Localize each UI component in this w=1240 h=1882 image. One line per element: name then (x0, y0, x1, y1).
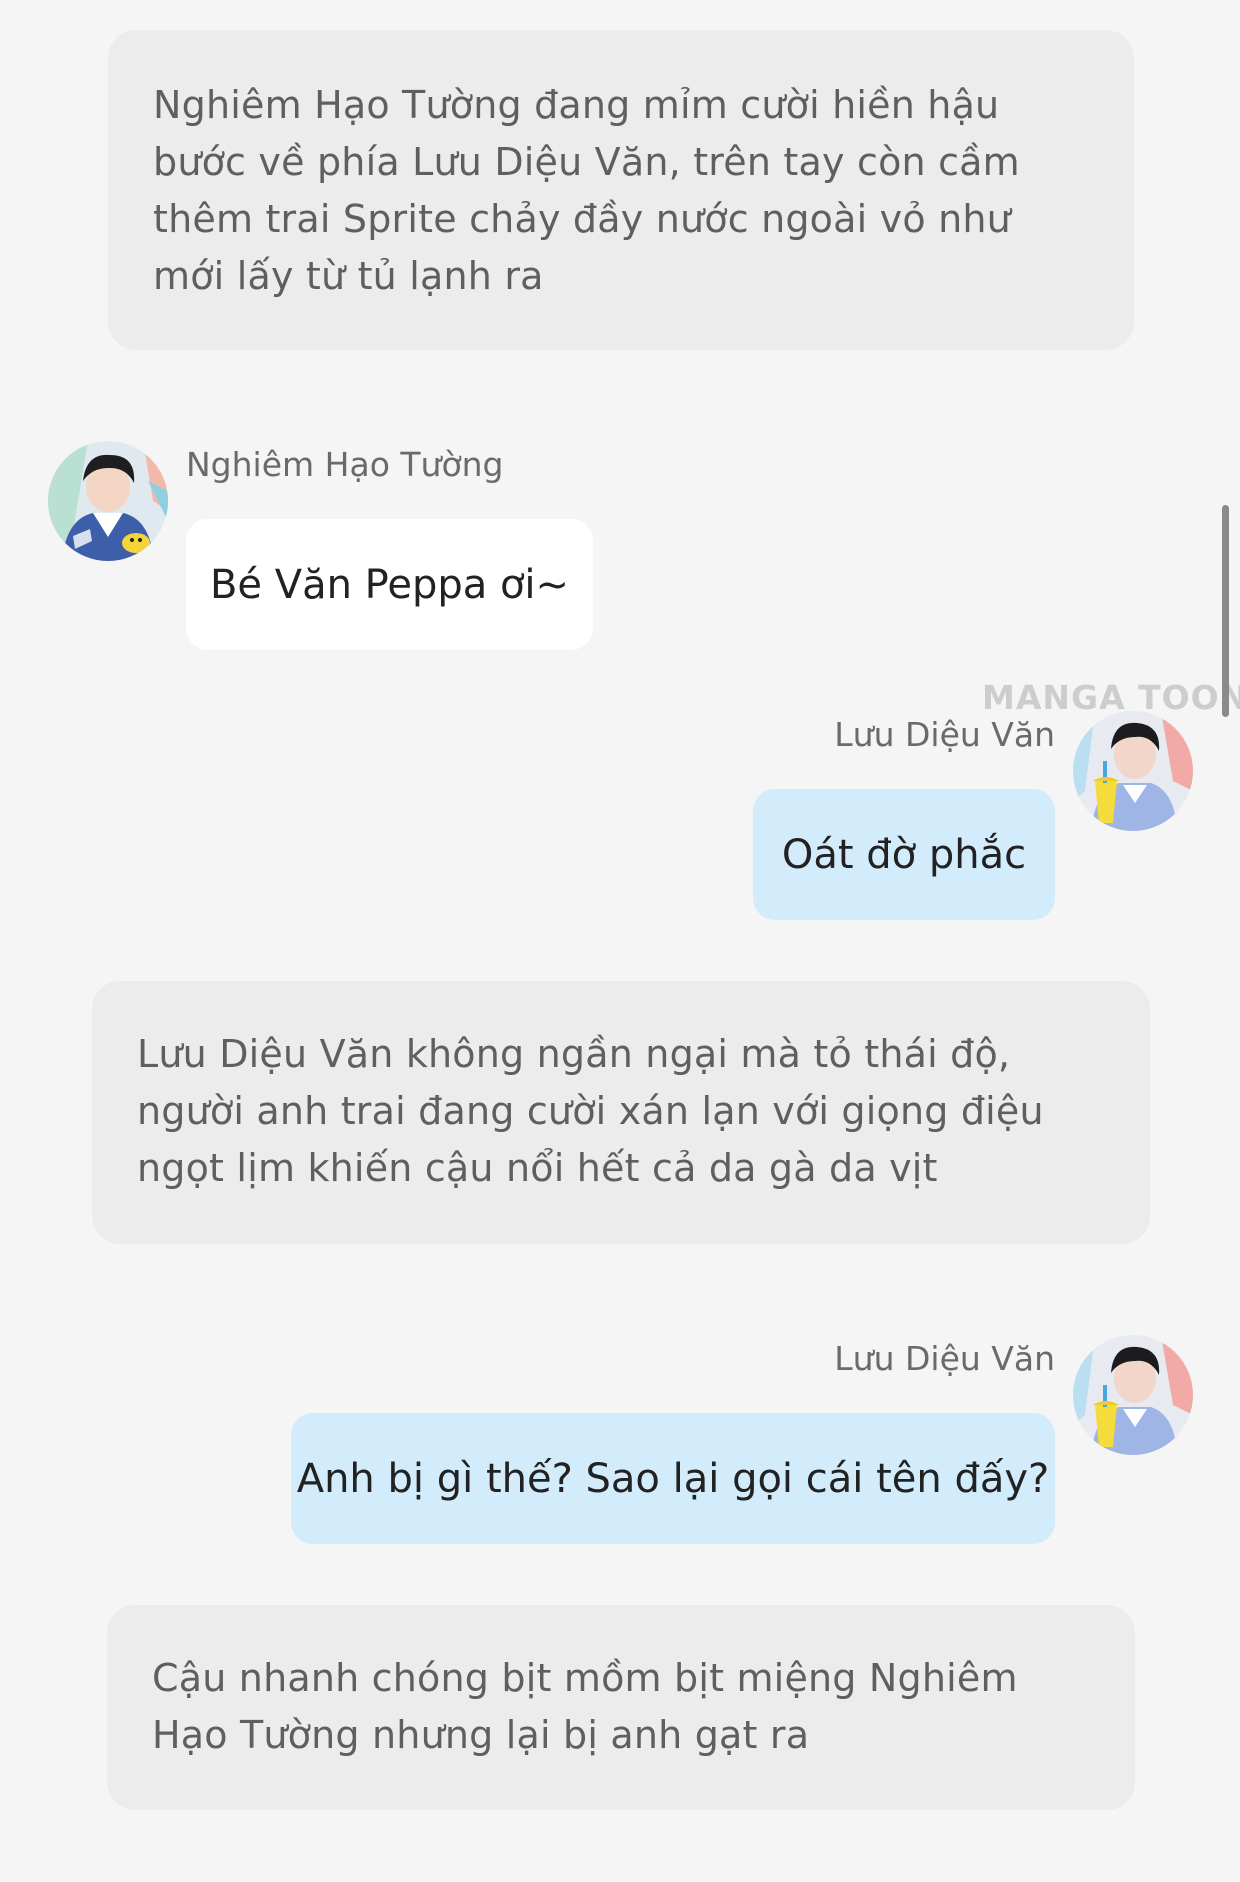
avatar-luu-dieu-van[interactable] (1073, 1335, 1193, 1455)
avatar-image (1073, 711, 1193, 831)
avatar-image (1073, 1335, 1193, 1455)
watermark-logo: MANGA TOON (982, 678, 1240, 717)
speaker-name: Nghiêm Hạo Tường (186, 445, 504, 484)
narration-text: Lưu Diệu Văn không ngần ngại mà tỏ thái … (137, 1032, 1044, 1190)
chat-text: Bé Văn Peppa ơi~ (209, 561, 570, 608)
narration-box: Nghiêm Hạo Tường đang mỉm cười hiền hậu … (108, 30, 1134, 350)
avatar-image (48, 441, 168, 561)
avatar-nghiem-hao-tuong[interactable] (48, 441, 168, 561)
scrollbar-thumb[interactable] (1222, 505, 1229, 717)
narration-text: Cậu nhanh chóng bịt mồm bịt miệng Nghiêm… (152, 1656, 1018, 1757)
avatar-luu-dieu-van[interactable] (1073, 711, 1193, 831)
narration-text: Nghiêm Hạo Tường đang mỉm cười hiền hậu … (153, 83, 1020, 298)
chat-text: Anh bị gì thế? Sao lại gọi cái tên đấy? (296, 1455, 1050, 1502)
chat-bubble-right[interactable]: Anh bị gì thế? Sao lại gọi cái tên đấy? (291, 1413, 1055, 1544)
narration-box: Lưu Diệu Văn không ngần ngại mà tỏ thái … (92, 981, 1150, 1244)
speaker-name: Lưu Diệu Văn (834, 715, 1055, 754)
chat-bubble-left[interactable]: Bé Văn Peppa ơi~ (186, 519, 593, 650)
narration-box: Cậu nhanh chóng bịt mồm bịt miệng Nghiêm… (107, 1605, 1135, 1810)
chat-bubble-right[interactable]: Oát đờ phắc (753, 789, 1055, 920)
chat-text: Oát đờ phắc (781, 831, 1027, 878)
speaker-name: Lưu Diệu Văn (834, 1339, 1055, 1378)
